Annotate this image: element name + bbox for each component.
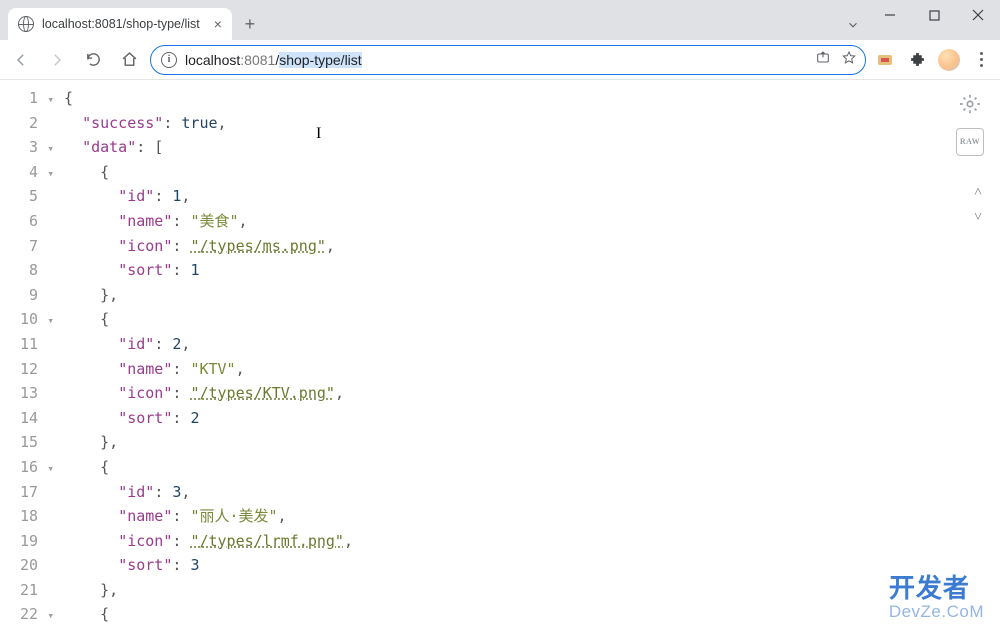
text-cursor-icon: I [316,126,321,142]
extension-icon-1[interactable] [872,47,898,73]
line-number[interactable]: 3 [0,135,42,160]
address-bar[interactable]: i localhost:8081/shop-type/list [150,45,866,75]
line-number: 12 [0,357,42,382]
close-tab-icon[interactable]: × [214,17,222,31]
close-window-button[interactable] [956,0,1000,30]
line-number: 6 [0,209,42,234]
scroll-down-icon[interactable]: ˅ [974,205,982,230]
line-number[interactable]: 10 [0,307,42,332]
minimize-button[interactable] [868,0,912,30]
json-viewer: 1 2 3 4 5 6 7 8 9 10 11 12 13 14 15 16 1… [0,80,1000,631]
line-number: 15 [0,430,42,455]
line-number: 9 [0,283,42,308]
raw-toggle-button[interactable]: RAW [956,128,984,156]
share-icon[interactable] [815,50,831,69]
profile-avatar[interactable] [936,47,962,73]
reload-button[interactable] [78,45,108,75]
scroll-up-icon[interactable]: ˄ [974,180,982,205]
back-button[interactable] [6,45,36,75]
line-number: 20 [0,553,42,578]
globe-icon [18,16,34,32]
browser-tab[interactable]: localhost:8081/shop-type/list × [8,8,232,40]
line-number: 8 [0,258,42,283]
line-number: 5 [0,184,42,209]
line-number: 13 [0,381,42,406]
line-number[interactable]: 16 [0,455,42,480]
site-info-icon[interactable]: i [161,52,177,68]
tab-strip: localhost:8081/shop-type/list × + [0,0,838,40]
scroll-controls: ˄ ˅ [974,180,982,229]
url-text: localhost:8081/shop-type/list [185,52,362,68]
line-number: 18 [0,504,42,529]
watermark-line2: DevZe.CoM [889,600,984,625]
browser-toolbar: i localhost:8081/shop-type/list [0,40,1000,80]
gear-icon[interactable] [956,90,984,118]
json-viewer-toolbar: RAW [956,90,984,156]
line-number: 2 [0,111,42,136]
bookmark-star-icon[interactable] [841,50,857,69]
window-titlebar: localhost:8081/shop-type/list × + [0,0,1000,40]
line-number: 14 [0,406,42,431]
line-number[interactable]: 4 [0,160,42,185]
line-number[interactable]: 22 [0,602,42,627]
line-number: 19 [0,529,42,554]
window-controls [868,0,1000,40]
extensions-puzzle-icon[interactable] [904,47,930,73]
line-number: 17 [0,480,42,505]
home-button[interactable] [114,45,144,75]
new-tab-button[interactable]: + [236,10,264,38]
line-number: 21 [0,578,42,603]
watermark: 开发者 DevZe.CoM [889,576,984,625]
json-code[interactable]: { "success": true, "data": [ { "id": 1, … [44,80,353,631]
forward-button[interactable] [42,45,72,75]
line-number: 11 [0,332,42,357]
line-number: 7 [0,234,42,259]
line-number[interactable]: 1 [0,86,42,111]
kebab-menu-button[interactable] [968,47,994,73]
maximize-button[interactable] [912,0,956,30]
tab-title: localhost:8081/shop-type/list [42,17,200,31]
tab-search-chevron-icon[interactable] [838,10,868,40]
line-gutter: 1 2 3 4 5 6 7 8 9 10 11 12 13 14 15 16 1… [0,80,44,631]
watermark-line1: 开发者 [889,576,984,601]
